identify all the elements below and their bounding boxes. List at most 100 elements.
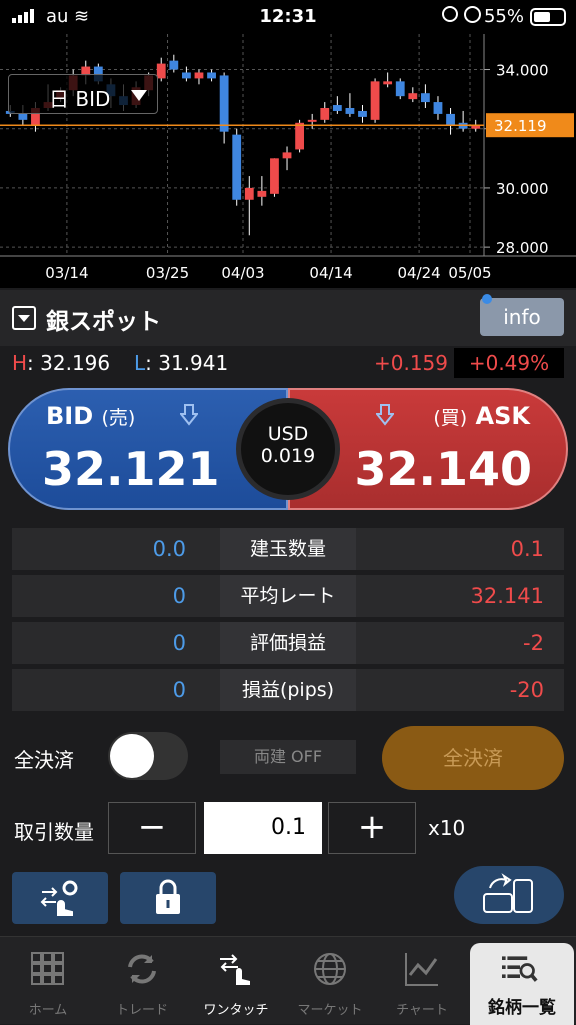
low-number: : 31.941 (145, 351, 229, 375)
globe-icon (314, 953, 346, 985)
trade-panel: BID (売) 32.121 (買) ASK 32.140 USD 0.019 (8, 388, 568, 510)
x-tick-label: 04/14 (309, 264, 352, 282)
y-tick-label: 30.000 (496, 180, 549, 198)
grid-icon (31, 952, 64, 985)
info-notification-dot (482, 294, 492, 304)
toggle-knob (110, 734, 154, 778)
spread-value: 0.019 (260, 445, 316, 467)
timeframe-label: 日 BID (49, 87, 111, 111)
candle-body (169, 60, 179, 70)
candle-body (370, 81, 380, 120)
tab-one-touch[interactable]: ワンタッチ (188, 937, 284, 1025)
price-chart[interactable]: 03/1403/2504/0304/1404/2405/0534.00032.0… (0, 34, 576, 288)
refresh-icon (128, 954, 156, 984)
symbol-name[interactable]: 銀スポット (46, 302, 161, 336)
candle-body (383, 81, 393, 85)
tap-settings-icon (40, 880, 78, 916)
candle-body (358, 110, 367, 117)
down-arrow-icon (180, 404, 198, 426)
timeframe-dropdown[interactable]: 日 BID (8, 74, 158, 114)
tab-symbol-list[interactable]: 銘柄一覧 (470, 943, 574, 1025)
stat-buy-value: 0.1 (510, 537, 544, 561)
candlestick-chart[interactable]: 03/1403/2504/0304/1404/2405/0534.00032.0… (0, 34, 576, 288)
low-label: L (134, 351, 146, 375)
close-all-label: 全決済 (14, 748, 74, 772)
close-all-button[interactable]: 全決済 (382, 726, 564, 790)
candle-body (408, 93, 418, 100)
quantity-row: 取引数量 − 0.1 + x10 (0, 800, 576, 856)
candle-body (257, 190, 267, 197)
close-all-toggle[interactable] (108, 732, 188, 780)
high-label: H (12, 351, 28, 375)
bid-sub: (売) (101, 407, 136, 429)
candle-body (156, 63, 166, 79)
stat-row-position-qty: 0.0 建玉数量 0.1 (12, 528, 564, 570)
stat-row-pl-pips: 0 損益(pips) -20 (12, 669, 564, 711)
candle-body (332, 105, 342, 111)
lock-button[interactable] (120, 872, 216, 924)
status-bar: au ≋ 12:31 55% (0, 0, 576, 34)
y-tick-label: 28.000 (496, 239, 549, 257)
tab-home[interactable]: ホーム (0, 937, 96, 1025)
tab-label: ワンタッチ (203, 1003, 269, 1018)
stat-sell-value: 0 (172, 584, 186, 608)
order-settings-button[interactable] (12, 872, 108, 924)
spread-indicator: USD 0.019 (236, 398, 340, 500)
candle-body (307, 119, 317, 122)
info-button[interactable]: info (480, 298, 564, 336)
candle-body (244, 187, 254, 200)
position-stats: 0.0 建玉数量 0.1 0 平均レート 32.141 0 評価損益 -2 0 … (12, 528, 564, 716)
candle-body (446, 113, 455, 126)
bid-title: BID (46, 402, 94, 430)
tab-market[interactable]: マーケット (282, 937, 378, 1025)
candle-body (207, 72, 216, 79)
y-tick-label: 34.000 (496, 62, 549, 80)
ask-label: (買) ASK (433, 402, 530, 430)
bottom-tab-bar: ホーム トレード ワンタッチ マーケット チャート 銘柄一覧 (0, 936, 576, 1025)
tab-trade[interactable]: トレード (94, 937, 190, 1025)
x-tick-label: 03/25 (146, 264, 189, 282)
battery-icon (530, 8, 566, 26)
high-value: H: 32.196 (12, 351, 110, 375)
price-change-percent: +0.49% (454, 348, 564, 378)
stat-label: 建玉数量 (220, 528, 356, 570)
close-all-row: 全決済 両建 OFF 全決済 (0, 724, 576, 790)
rotation-lock-icon (442, 6, 458, 22)
candle-body (232, 134, 242, 200)
battery-percent: 55% (483, 6, 524, 27)
stat-label: 評価損益 (220, 622, 356, 664)
candle-body (320, 108, 330, 120)
lock-icon (156, 879, 180, 914)
candle-body (395, 81, 405, 97)
candle-body (420, 93, 430, 103)
price-change: +0.159 (373, 351, 448, 375)
stat-buy-value: -2 (523, 631, 544, 655)
tab-chart[interactable]: チャート (374, 937, 470, 1025)
tab-label: ホーム (28, 1003, 68, 1018)
low-value: L: 31.941 (134, 351, 228, 375)
hedge-off-button[interactable]: 両建 OFF (220, 740, 356, 774)
quantity-input[interactable]: 0.1 (204, 802, 322, 854)
dropdown-triangle-icon (131, 90, 147, 101)
tap-icon (220, 954, 250, 985)
candle-body (181, 72, 191, 79)
high-number: : 32.196 (27, 351, 111, 375)
x-tick-label: 05/05 (448, 264, 491, 282)
candle-body (433, 102, 443, 114)
quantity-plus-button[interactable]: + (328, 802, 416, 854)
symbol-header: 銀スポット info (0, 290, 576, 346)
stat-label: 損益(pips) (220, 669, 356, 711)
high-low-row: H: 32.196 L: 31.941 +0.159 +0.49% (0, 346, 576, 382)
list-search-icon (502, 956, 538, 982)
x-tick-label: 04/24 (397, 264, 440, 282)
alarm-icon (464, 6, 481, 23)
rotate-screen-button[interactable] (454, 866, 564, 924)
bid-price: 32.121 (42, 442, 220, 496)
stat-sell-value: 0.0 (152, 537, 186, 561)
rotate-device-icon (483, 873, 533, 913)
quantity-minus-button[interactable]: − (108, 802, 196, 854)
candle-body (194, 72, 204, 79)
symbol-toggle-icon[interactable] (12, 306, 36, 330)
bid-label: BID (売) (46, 402, 135, 430)
down-arrow-icon (376, 404, 394, 426)
